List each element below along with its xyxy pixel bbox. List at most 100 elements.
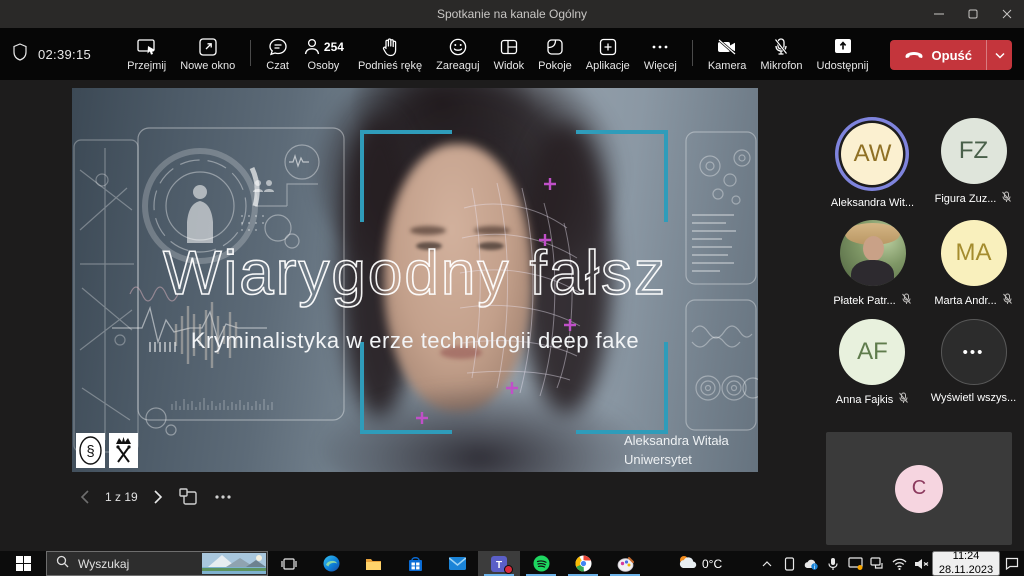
meeting-toolbar: 02:39:15 Przejmij Nowe okno Czat 254 Oso… xyxy=(0,28,1024,80)
participant-name: Figura Zuz... xyxy=(935,193,997,205)
participant-tile[interactable]: Płatek Patr... xyxy=(833,220,911,308)
new-window-button[interactable]: Nowe okno xyxy=(173,34,242,74)
new-window-icon xyxy=(198,36,218,58)
avatar: FZ xyxy=(941,118,1007,184)
edge-icon[interactable] xyxy=(310,551,352,576)
system-tray: i 11:24 28.11.2023 xyxy=(756,551,1024,576)
tray-microphone-icon[interactable] xyxy=(822,551,844,576)
participant-name: Aleksandra Wit... xyxy=(831,197,914,209)
muted-mic-icon xyxy=(1001,191,1012,206)
participant-tile[interactable]: FZ Figura Zuz... xyxy=(935,118,1013,209)
avatar: MA xyxy=(941,220,1007,286)
view-button[interactable]: Widok xyxy=(487,34,532,74)
take-control-button[interactable]: Przejmij xyxy=(120,34,173,74)
rooms-icon xyxy=(545,36,565,58)
your-phone-icon[interactable] xyxy=(778,551,800,576)
people-button[interactable]: 254 Osoby xyxy=(296,34,351,74)
more-button[interactable]: Więcej xyxy=(637,34,684,74)
jagiellonian-university-logo xyxy=(109,433,138,468)
mic-off-icon xyxy=(772,36,790,58)
action-center-icon[interactable] xyxy=(1000,551,1024,576)
next-slide-button[interactable] xyxy=(154,490,163,504)
leave-label: Opuść xyxy=(932,48,972,63)
self-video-tile[interactable]: C xyxy=(826,432,1012,545)
toolbar-separator xyxy=(250,40,251,66)
clock-date: 28.11.2023 xyxy=(939,564,993,576)
meeting-timer: 02:39:15 xyxy=(38,47,91,62)
weather-temp: 0°C xyxy=(702,557,722,571)
svg-text:T: T xyxy=(496,560,502,571)
apps-button[interactable]: Aplikacje xyxy=(579,34,637,74)
leave-options-chevron[interactable] xyxy=(986,40,1012,70)
raise-hand-button[interactable]: Podnieś rękę xyxy=(351,34,429,74)
participant-name: Płatek Patr... xyxy=(833,295,895,307)
search-icon xyxy=(56,555,69,573)
weather-widget[interactable]: 0°C xyxy=(672,551,728,576)
start-button[interactable] xyxy=(0,551,46,576)
volume-muted-icon[interactable] xyxy=(910,551,932,576)
avatar: AF xyxy=(839,319,905,385)
taskbar-clock[interactable]: 11:24 28.11.2023 xyxy=(932,551,1000,576)
search-input[interactable] xyxy=(76,556,184,572)
muted-mic-icon xyxy=(1002,293,1013,308)
hangup-phone-icon xyxy=(904,48,924,63)
tray-chevron-up-icon[interactable] xyxy=(756,551,778,576)
leave-button-group: Opuść xyxy=(890,40,1012,70)
onedrive-icon[interactable]: i xyxy=(800,551,822,576)
mail-icon[interactable] xyxy=(436,551,478,576)
participants-panel: AW Aleksandra Wit... FZ Figura Zuz... Pł… xyxy=(822,118,1024,407)
participant-tile[interactable]: AW Aleksandra Wit... xyxy=(831,118,914,209)
more-dots-icon xyxy=(650,36,670,58)
slide-more-options-button[interactable] xyxy=(214,494,232,500)
take-control-icon xyxy=(136,36,158,58)
slide-subtitle: Kryminalistyka w erze technologii deep f… xyxy=(72,328,758,354)
microphone-button[interactable]: Mikrofon xyxy=(753,34,809,74)
people-count-badge: 254 xyxy=(324,40,344,54)
chat-button[interactable]: Czat xyxy=(259,34,296,74)
share-screen-icon xyxy=(832,36,854,58)
slide-grid-view-button[interactable] xyxy=(179,488,198,506)
meeting-stage: Wiarygodny fałsz Kryminalistyka w erze t… xyxy=(0,80,1024,551)
avatar: AW xyxy=(841,123,903,185)
participant-tile[interactable]: MA Marta Andr... xyxy=(934,220,1012,308)
chat-icon xyxy=(268,36,288,58)
slide-title: Wiarygodny fałsz xyxy=(72,238,758,309)
search-highlight-image[interactable] xyxy=(202,553,266,576)
people-icon: 254 xyxy=(303,36,344,58)
show-all-participants-tile[interactable]: ••• Wyświetl wszys... xyxy=(931,319,1016,407)
minimize-button[interactable] xyxy=(922,0,956,28)
taskbar-search[interactable] xyxy=(46,551,268,576)
slide-page-indicator: 1 z 19 xyxy=(105,490,138,504)
camera-off-icon xyxy=(716,36,738,58)
self-avatar: C xyxy=(895,465,943,513)
rooms-button[interactable]: Pokoje xyxy=(531,34,579,74)
previous-slide-button[interactable] xyxy=(80,490,89,504)
paint3d-icon[interactable] xyxy=(604,551,646,576)
leave-button[interactable]: Opuść xyxy=(890,40,986,70)
forensics-society-logo: § xyxy=(76,433,105,468)
shield-icon xyxy=(12,43,28,66)
svg-text:§: § xyxy=(86,443,94,460)
muted-mic-icon xyxy=(901,293,912,308)
slide-credits: Aleksandra Witała Uniwersytet Jagiellońs… xyxy=(624,432,758,472)
apps-plus-icon xyxy=(598,36,618,58)
window-controls xyxy=(922,0,1024,28)
participant-tile[interactable]: AF Anna Fajkis xyxy=(836,319,909,407)
close-button[interactable] xyxy=(990,0,1024,28)
microsoft-store-icon[interactable] xyxy=(394,551,436,576)
react-button[interactable]: Zareaguj xyxy=(429,34,486,74)
wifi-icon[interactable] xyxy=(888,551,910,576)
toolbar-center: Przejmij Nowe okno Czat 254 Osoby Podnie… xyxy=(120,34,701,74)
file-explorer-icon[interactable] xyxy=(352,551,394,576)
cast-screen-icon[interactable] xyxy=(844,551,866,576)
share-button[interactable]: Udostępnij xyxy=(810,34,876,74)
teams-icon[interactable]: T xyxy=(478,551,520,576)
spotify-icon[interactable] xyxy=(520,551,562,576)
task-view-button[interactable] xyxy=(268,551,310,576)
toolbar-separator xyxy=(692,40,693,66)
ethernet-icon[interactable] xyxy=(866,551,888,576)
chrome-icon[interactable] xyxy=(562,551,604,576)
maximize-button[interactable] xyxy=(956,0,990,28)
camera-button[interactable]: Kamera xyxy=(701,34,754,74)
svg-text:i: i xyxy=(814,564,815,569)
